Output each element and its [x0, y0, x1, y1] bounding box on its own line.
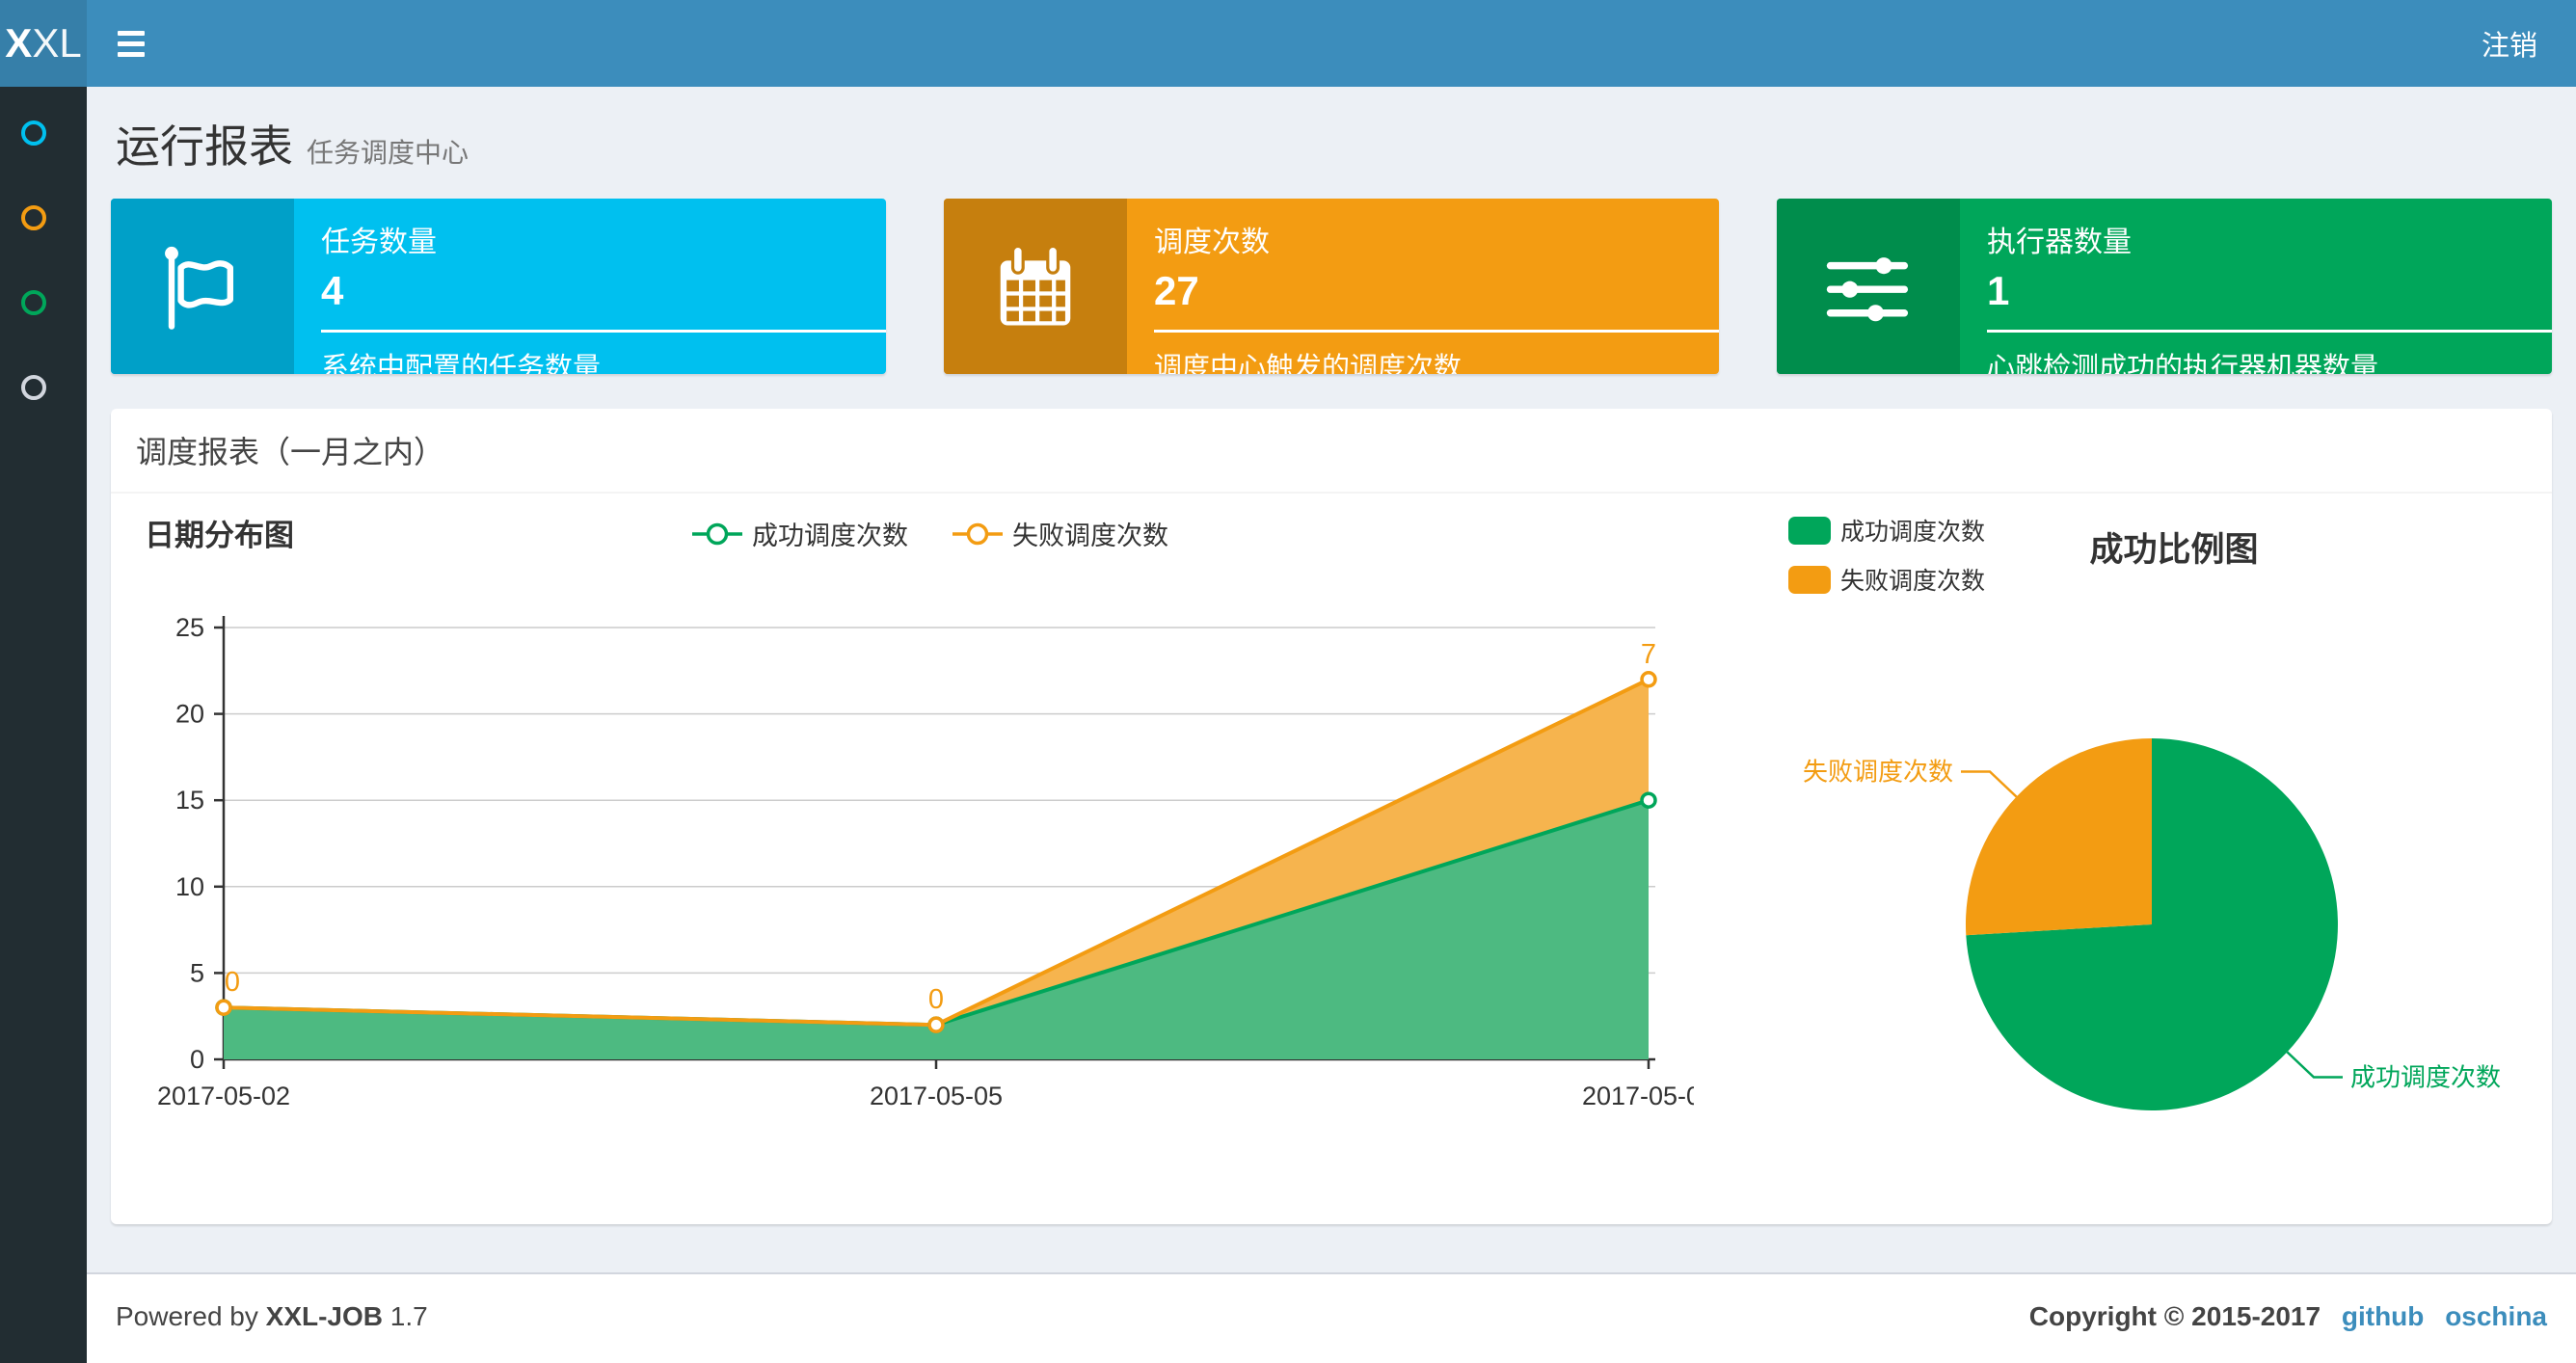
y-axis-label: 25 — [175, 613, 204, 642]
circle-o-icon — [21, 120, 46, 146]
stat-cards-row: 任务数量 4 系统中配置的任务数量 调度次数 27 调度中心触发的调度次数 执行… — [111, 199, 2552, 374]
app-logo[interactable]: X XL — [0, 0, 87, 87]
point-marker-fail — [1640, 671, 1657, 688]
circle-o-icon — [21, 290, 46, 315]
line-chart-title: 日期分布图 — [145, 519, 294, 552]
content-wrapper: 运行报表 任务调度中心 任务数量 4 系统中配置的任务数量 调度次数 27 调度… — [87, 87, 2576, 1272]
point-label: 7 — [1641, 639, 1656, 670]
y-axis-label: 20 — [175, 700, 204, 729]
stat-description: 系统中配置的任务数量 — [321, 353, 602, 374]
version-text: 1.7 — [389, 1301, 428, 1331]
panel-body: 日期分布图 成功调度次数 失败调度次数 0 5 10 15 20 25 2017… — [111, 494, 2552, 1224]
sidebar-menu-item-1[interactable] — [0, 91, 87, 175]
legend-item-success[interactable]: 成功调度次数 — [692, 515, 908, 552]
legend-item-success[interactable]: 成功调度次数 — [1788, 513, 1985, 548]
pie-slice-label: 失败调度次数 — [1803, 757, 1953, 786]
logo-bold-text: X — [5, 20, 33, 66]
sidebar-menu-item-3[interactable] — [0, 260, 87, 345]
content-header: 运行报表 任务调度中心 — [87, 87, 2576, 175]
point-label: 0 — [225, 967, 240, 998]
y-axis-label: 15 — [175, 786, 204, 815]
hamburger-icon — [118, 30, 145, 36]
pie-slice-label: 成功调度次数 — [2350, 1063, 2501, 1092]
top-navbar: 注销 — [87, 0, 2576, 87]
brand-text: XXL-JOB — [265, 1301, 384, 1331]
sidebar-toggle-button[interactable] — [87, 0, 175, 87]
circle-o-icon — [21, 205, 46, 230]
stat-value: 1 — [1987, 268, 2010, 313]
swatch-icon — [1788, 516, 1831, 545]
divider — [321, 330, 886, 333]
stat-card-executors: 执行器数量 1 心跳检测成功的执行器机器数量 — [1777, 199, 2552, 374]
date-distribution-chart[interactable]: 05101520252017-05-022017-05-052017-05-08… — [113, 590, 1694, 1207]
legend-label: 失败调度次数 — [1012, 521, 1168, 550]
flag-icon — [111, 199, 294, 374]
circle-o-icon — [21, 375, 46, 400]
calendar-icon — [944, 199, 1127, 374]
powered-by-text: Powered by — [116, 1301, 258, 1331]
pie-label-line — [2286, 1051, 2343, 1079]
y-axis-label: 10 — [175, 872, 204, 901]
stat-card-jobs: 任务数量 4 系统中配置的任务数量 — [111, 199, 886, 374]
legend-label: 成功调度次数 — [1840, 519, 1986, 546]
stat-label: 调度次数 — [1154, 227, 1270, 258]
stat-description: 调度中心触发的调度次数 — [1154, 353, 1462, 374]
sidebar-menu-item-4[interactable] — [0, 345, 87, 430]
line-marker-icon — [953, 522, 1003, 545]
point-marker-success — [1640, 791, 1657, 809]
panel-title: 调度报表（一月之内） — [111, 409, 2552, 494]
pie-slice-1 — [1965, 738, 2152, 936]
pie-chart-legend: 成功调度次数 失败调度次数 — [1788, 513, 1985, 597]
point-marker-fail — [215, 999, 232, 1016]
oschina-link[interactable]: oschina — [2445, 1301, 2547, 1331]
point-label: 0 — [928, 984, 944, 1015]
legend-item-fail[interactable]: 失败调度次数 — [953, 515, 1168, 552]
github-link[interactable]: github — [2342, 1301, 2425, 1331]
logo-light-text: XL — [32, 20, 82, 66]
success-ratio-chart[interactable]: 成功调度次数 失败调度次数 — [1784, 590, 2564, 1207]
y-axis-label: 0 — [190, 1045, 204, 1074]
stat-description: 心跳检测成功的执行器机器数量 — [1987, 353, 2379, 374]
point-marker-fail — [927, 1016, 945, 1033]
stat-value: 4 — [321, 268, 344, 313]
page-subtitle: 任务调度中心 — [307, 138, 470, 168]
stat-card-triggers: 调度次数 27 调度中心触发的调度次数 — [944, 199, 1719, 374]
x-axis-label: 2017-05-08 — [1582, 1082, 1694, 1110]
copyright-text: Copyright © 2015-2017 — [2028, 1301, 2321, 1331]
stat-value: 27 — [1154, 268, 1199, 313]
main-footer: Copyright © 2015-2017 github oschina Pow… — [87, 1272, 2576, 1363]
schedule-report-panel: 调度报表（一月之内） 日期分布图 成功调度次数 失败调度次数 0 5 10 15… — [111, 409, 2552, 1224]
sliders-icon — [1777, 199, 1960, 374]
main-header: X XL 注销 — [0, 0, 2576, 87]
pie-label-line — [1961, 770, 2018, 798]
divider — [1154, 330, 1719, 333]
x-axis-label: 2017-05-02 — [157, 1082, 290, 1110]
line-chart-legend: 成功调度次数 失败调度次数 — [516, 515, 1345, 552]
stat-label: 执行器数量 — [1987, 227, 2132, 258]
y-axis-label: 5 — [190, 958, 204, 987]
page-title: 运行报表 — [116, 121, 293, 172]
mini-sidebar — [0, 87, 87, 1363]
pie-chart-title: 成功比例图 — [2089, 531, 2259, 569]
legend-label: 成功调度次数 — [752, 521, 908, 550]
divider — [1987, 330, 2552, 333]
sidebar-menu-item-2[interactable] — [0, 175, 87, 260]
line-marker-icon — [692, 522, 742, 545]
stat-label: 任务数量 — [321, 227, 437, 258]
x-axis-label: 2017-05-05 — [870, 1082, 1003, 1110]
logout-link[interactable]: 注销 — [2443, 0, 2576, 87]
